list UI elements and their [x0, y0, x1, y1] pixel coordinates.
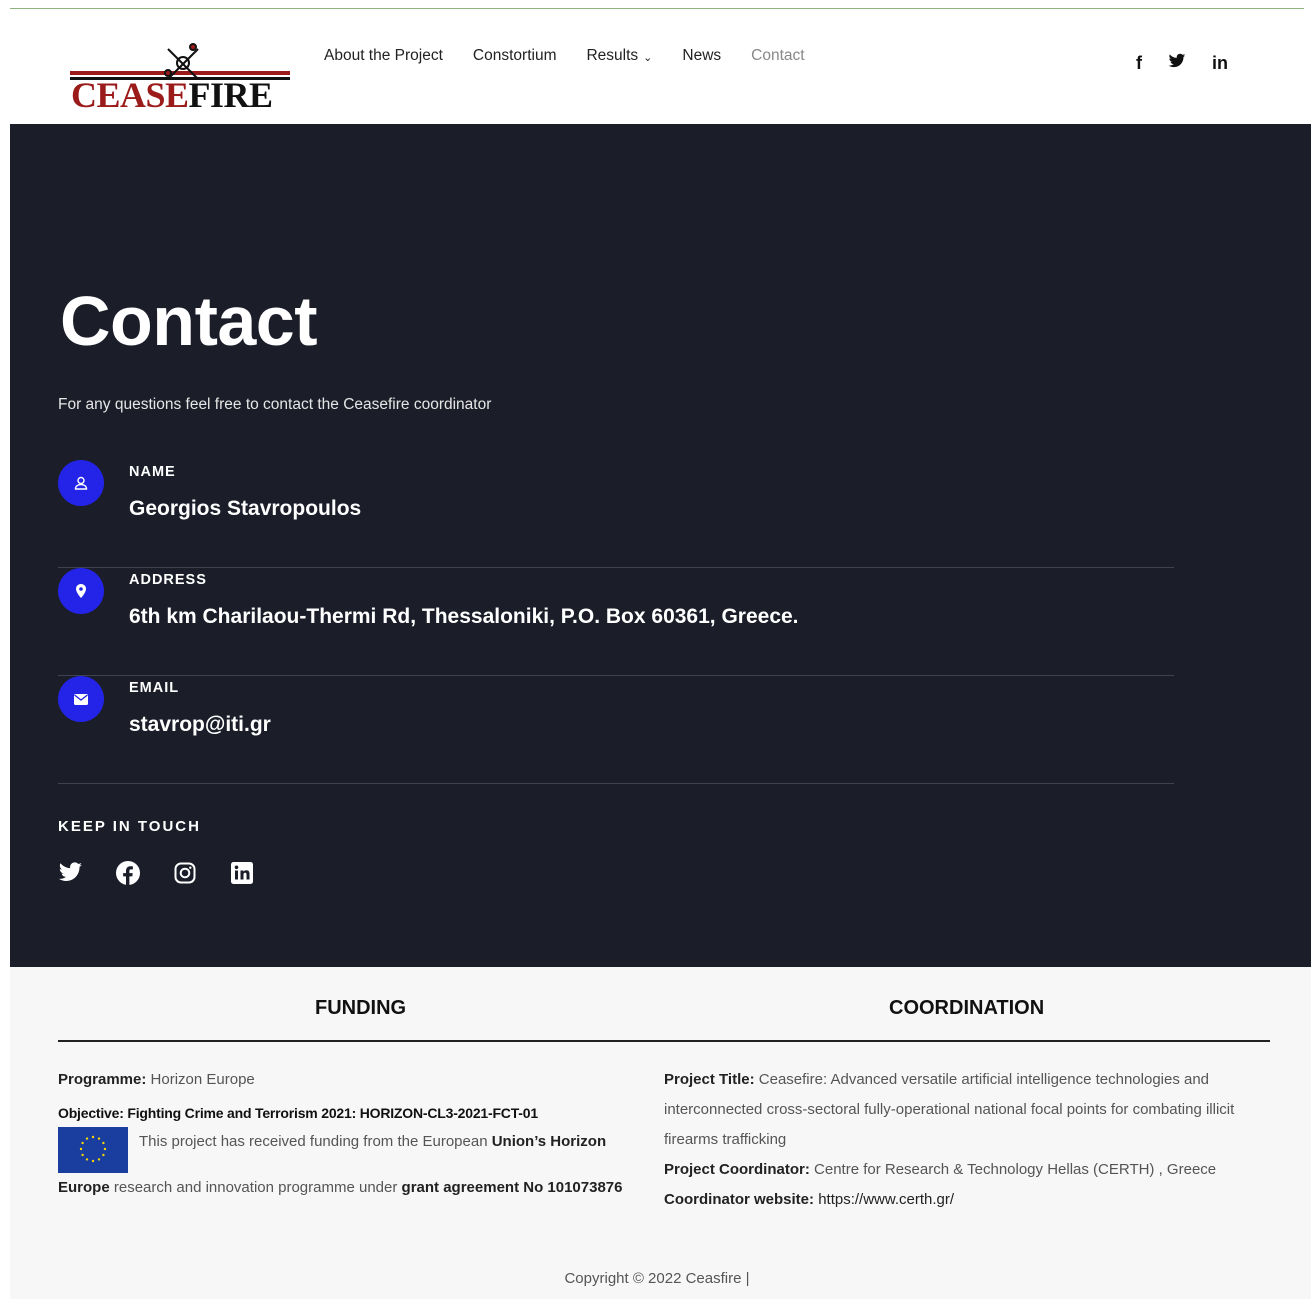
- contact-item-name: NAME Georgios Stavropoulos: [58, 460, 1174, 568]
- facebook-icon[interactable]: f: [1136, 53, 1142, 74]
- programme-line: Programme: Horizon Europe: [58, 1065, 643, 1095]
- coordinator-website-label: Coordinator website:: [664, 1191, 815, 1208]
- objective-line: Objective: Fighting Crime and Terrorism …: [58, 1105, 538, 1121]
- nav-results[interactable]: Results ⌄: [586, 47, 652, 65]
- contact-hero: Contact For any questions feel free to c…: [10, 124, 1311, 967]
- coordinator-website-line: Coordinator website: https://www.certh.g…: [664, 1185, 1264, 1215]
- site-footer: FUNDING COORDINATION Programme: Horizon …: [10, 967, 1311, 1299]
- nav-results-label: Results: [586, 47, 639, 64]
- contact-value: Georgios Stavropoulos: [129, 497, 362, 520]
- contact-value: 6th km Charilaou-Thermi Rd, Thessaloniki…: [129, 605, 799, 628]
- contact-email-link[interactable]: stavrop@iti.gr: [129, 713, 271, 737]
- project-coordinator-line: Project Coordinator: Centre for Research…: [664, 1155, 1264, 1185]
- project-title-label: Project Title:: [664, 1071, 755, 1088]
- funding-heading: FUNDING: [315, 997, 407, 1019]
- contact-item-address: ADDRESS 6th km Charilaou-Thermi Rd, Thes…: [58, 568, 1174, 676]
- nav-news[interactable]: News: [682, 47, 721, 65]
- ceasefire-logo[interactable]: CEASEFIRE: [68, 41, 292, 117]
- nav-about[interactable]: About the Project: [324, 47, 443, 65]
- user-icon: [58, 460, 104, 506]
- chevron-down-icon: ⌄: [643, 51, 653, 64]
- envelope-icon: [58, 676, 104, 722]
- linkedin-icon[interactable]: [229, 860, 254, 885]
- coordination-column: Project Title: Ceasefire: Advanced versa…: [664, 1065, 1264, 1215]
- funding-statement: This project has received funding from t…: [58, 1127, 643, 1203]
- copyright-text: Copyright © 2022 Ceasfire |: [564, 1270, 750, 1287]
- contact-label: NAME: [129, 464, 176, 480]
- project-title-line: Project Title: Ceasefire: Advanced versa…: [664, 1065, 1264, 1155]
- keep-in-touch-heading: KEEP IN TOUCH: [58, 818, 201, 835]
- project-coordinator-value: Centre for Research & Technology Hellas …: [814, 1161, 1217, 1178]
- page-subtitle: For any questions feel free to contact t…: [58, 396, 492, 413]
- funding-text-1: This project has received funding from t…: [139, 1133, 492, 1150]
- twitter-icon[interactable]: [1168, 53, 1186, 74]
- header-social-links: f in: [1136, 53, 1228, 74]
- programme-label: Programme:: [58, 1071, 147, 1088]
- site-header: CEASEFIRE About the Project Constortium …: [10, 9, 1311, 124]
- map-pin-icon: [58, 568, 104, 614]
- funding-text-bold-2: grant agreement No 101073876: [401, 1179, 623, 1196]
- programme-value: Horizon Europe: [150, 1071, 255, 1088]
- eu-flag-icon: [58, 1127, 128, 1173]
- coordinator-website-link[interactable]: https://www.certh.gr/: [818, 1191, 954, 1208]
- contact-label: ADDRESS: [129, 572, 207, 588]
- nav-consortium[interactable]: Constortium: [473, 47, 557, 65]
- hero-social-links: [58, 860, 254, 885]
- project-coordinator-label: Project Coordinator:: [664, 1161, 810, 1178]
- facebook-icon[interactable]: [115, 860, 140, 885]
- footer-divider: [58, 1040, 1270, 1042]
- main-nav: About the Project Constortium Results ⌄ N…: [324, 47, 835, 65]
- nav-contact[interactable]: Contact: [751, 47, 804, 65]
- logo-wordmark: CEASEFIRE: [71, 75, 273, 115]
- twitter-icon[interactable]: [58, 860, 83, 885]
- contact-label: EMAIL: [129, 680, 180, 696]
- contact-item-email: EMAIL stavrop@iti.gr: [58, 676, 1174, 784]
- linkedin-icon[interactable]: in: [1212, 53, 1228, 74]
- instagram-icon[interactable]: [172, 860, 197, 885]
- funding-column: Programme: Horizon Europe Objective: Fig…: [58, 1065, 643, 1203]
- coordination-heading: COORDINATION: [889, 997, 1045, 1019]
- page-title: Contact: [60, 282, 318, 360]
- funding-text-2: research and innovation programme under: [109, 1179, 402, 1196]
